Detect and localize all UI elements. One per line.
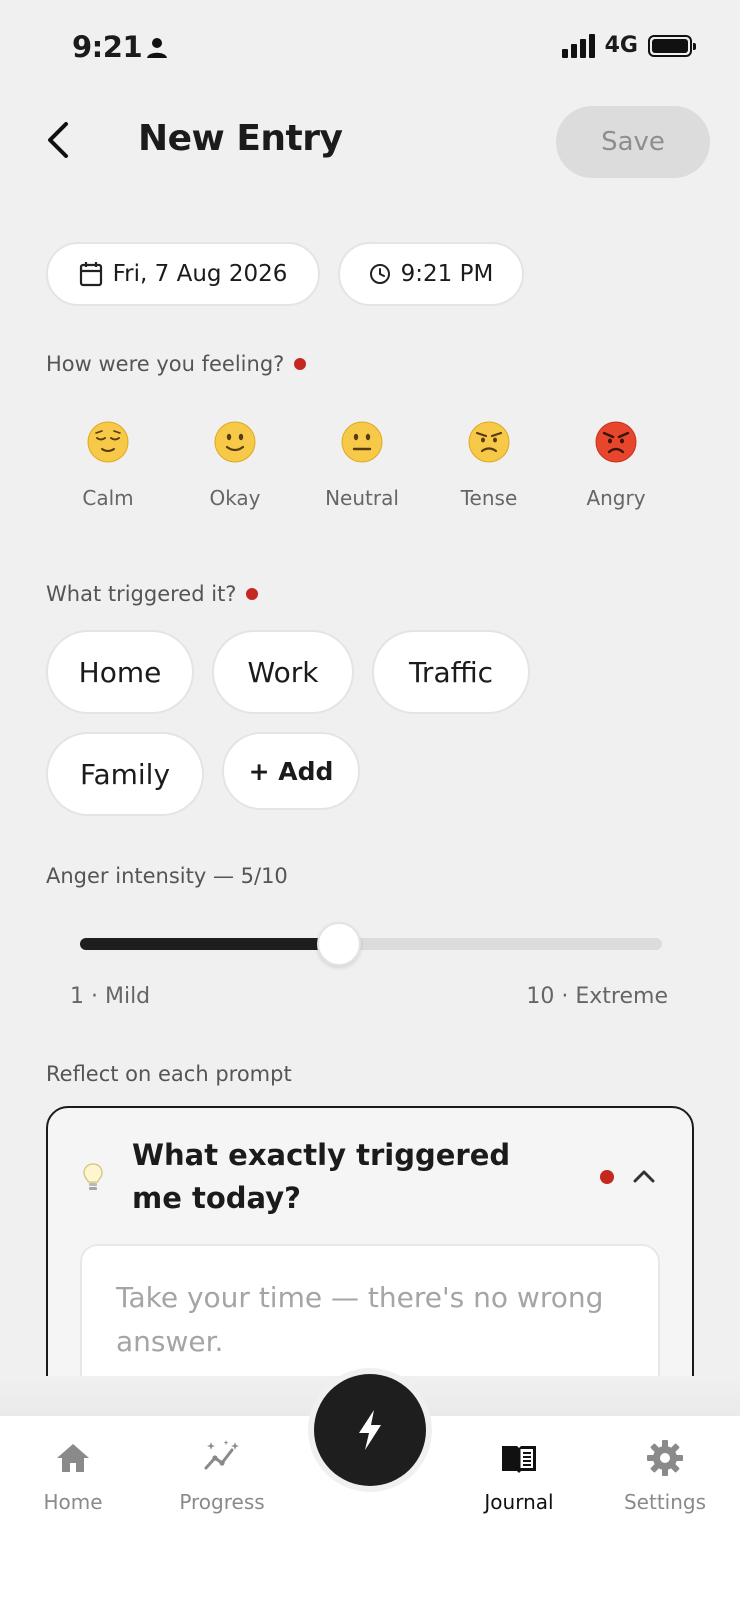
- mood-option-tense[interactable]: Tense: [429, 420, 549, 510]
- status-indicators: 4G: [561, 33, 696, 58]
- lightbulb-icon: [83, 1163, 103, 1190]
- clock-icon: [369, 264, 390, 284]
- tab-home[interactable]: Home: [8, 1438, 138, 1514]
- trigger-chip-traffic[interactable]: Traffic: [372, 630, 530, 714]
- tab-settings[interactable]: Settings: [600, 1438, 730, 1514]
- anger-intensity-slider[interactable]: [80, 922, 662, 966]
- status-time: 9:21: [72, 30, 143, 64]
- signal-icon: [561, 33, 595, 58]
- slider-fill: [80, 938, 339, 950]
- home-icon: [57, 1444, 89, 1472]
- progress-chart-icon: [204, 1440, 239, 1470]
- gear-icon: [647, 1440, 683, 1476]
- date-picker-button[interactable]: Fri, 7 Aug 2026: [46, 242, 320, 306]
- required-indicator: [600, 1170, 614, 1184]
- angry-face-icon: [595, 421, 637, 463]
- slider-min-label: 1 · Mild: [70, 984, 151, 1009]
- calendar-icon: [79, 262, 102, 287]
- add-trigger-button[interactable]: + Add: [222, 732, 360, 810]
- mood-label: Angry: [586, 486, 646, 510]
- person-icon: [147, 38, 167, 58]
- mood-selector: Calm Okay Neutral Tense Angry: [46, 420, 694, 530]
- mood-option-okay[interactable]: Okay: [175, 420, 295, 510]
- relieved-face-icon: [87, 421, 129, 463]
- neutral-face-icon: [341, 421, 383, 463]
- status-bar: 9:21 4G: [0, 0, 740, 100]
- trigger-section-label: What triggered it?: [46, 582, 259, 606]
- intensity-label: Anger intensity — 5/10: [46, 864, 288, 888]
- mood-option-angry[interactable]: Angry: [556, 420, 676, 510]
- mood-label: Calm: [82, 486, 134, 510]
- trigger-question: What triggered it?: [46, 582, 237, 606]
- back-button[interactable]: [36, 118, 80, 162]
- slider-max-label: 10 · Extreme: [526, 984, 668, 1009]
- trigger-chip-work[interactable]: Work: [212, 630, 354, 714]
- tab-journal[interactable]: Journal: [454, 1438, 584, 1514]
- save-button[interactable]: Save: [556, 106, 710, 178]
- tab-label: Settings: [623, 1490, 707, 1514]
- mood-label: Tense: [460, 486, 518, 510]
- network-label: 4G: [604, 33, 638, 58]
- tab-progress[interactable]: Progress: [157, 1438, 287, 1514]
- prompt-question: What exactly triggered me today?: [132, 1138, 511, 1215]
- annoyed-face-icon: [468, 421, 510, 463]
- chevron-left-icon: [48, 122, 68, 158]
- chevron-up-icon[interactable]: [630, 1164, 658, 1188]
- tab-label: Home: [43, 1490, 103, 1514]
- mood-section-label: How were you feeling?: [46, 352, 307, 376]
- journal-book-icon: [502, 1446, 536, 1473]
- time-value: 9:21 PM: [400, 261, 494, 287]
- slightly-smiling-face-icon: [214, 421, 256, 463]
- mood-question: How were you feeling?: [46, 352, 285, 376]
- slider-thumb[interactable]: [317, 922, 361, 966]
- trigger-chip-home[interactable]: Home: [46, 630, 194, 714]
- mood-option-calm[interactable]: Calm: [48, 420, 168, 510]
- date-value: Fri, 7 Aug 2026: [112, 261, 288, 287]
- lightning-icon: [359, 1410, 381, 1450]
- tab-label: Progress: [179, 1490, 265, 1514]
- required-indicator: [246, 588, 259, 600]
- mood-option-neutral[interactable]: Neutral: [302, 420, 422, 510]
- trigger-chip-family[interactable]: Family: [46, 732, 204, 816]
- mood-label: Neutral: [325, 486, 399, 510]
- required-indicator: [294, 358, 307, 370]
- reflect-section-label: Reflect on each prompt: [46, 1062, 292, 1086]
- time-picker-button[interactable]: 9:21 PM: [338, 242, 524, 306]
- quick-action-button[interactable]: [314, 1374, 426, 1486]
- page-title: New Entry: [138, 118, 343, 159]
- battery-icon: [648, 34, 696, 57]
- reflection-prompt-card: What exactly triggered me today?: [46, 1106, 694, 1406]
- tab-label: Journal: [484, 1490, 554, 1514]
- header: New Entry Save: [0, 100, 740, 184]
- mood-label: Okay: [209, 486, 261, 510]
